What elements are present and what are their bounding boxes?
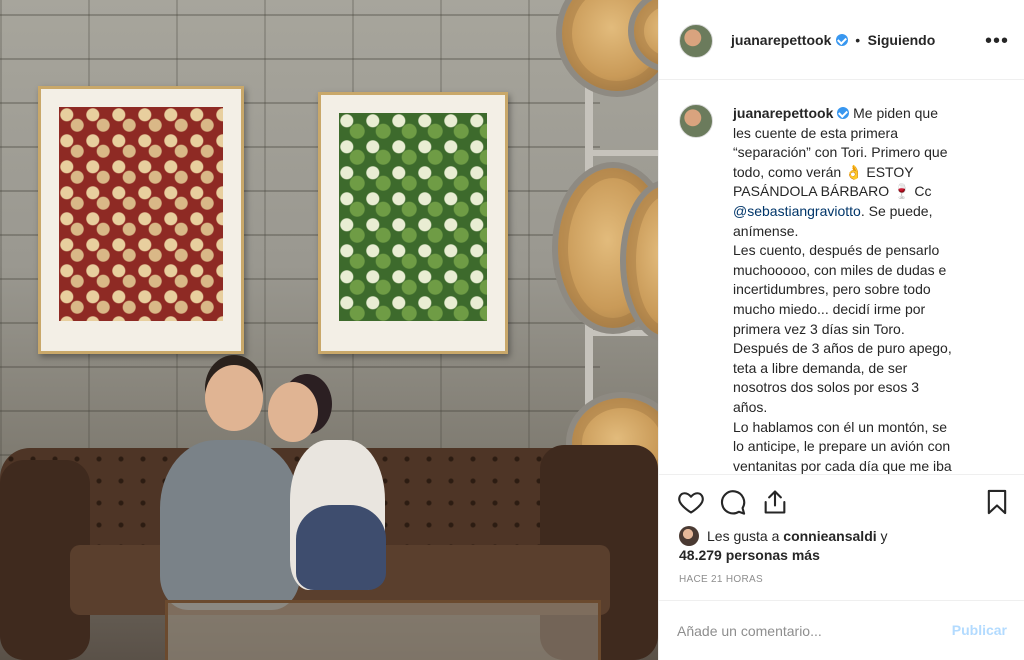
comment-icon[interactable] [719,488,747,516]
bookmark-icon[interactable] [983,488,1011,516]
woman-head [268,382,318,442]
comment-input[interactable] [677,619,937,643]
caption-paragraph-3: Lo hablamos con él un montón, se lo anti… [733,418,952,474]
man-head [205,365,263,431]
post-photo[interactable] [0,0,658,660]
caption-paragraph-2: Les cuento, después de pensarlo muchoooo… [733,242,952,415]
likes-conj: y [880,528,888,544]
likes-count[interactable]: 48.279 personas más [679,547,820,563]
post-side-panel: juanarepettook • Siguiendo ••• juanarepe… [658,0,1024,660]
separator-dot: • [855,32,861,48]
liker-username[interactable]: connieansaldi [783,528,876,544]
share-icon[interactable] [761,488,789,516]
publish-button[interactable]: Publicar [952,622,1007,638]
barrel-rack-bar [585,150,658,156]
verified-badge-icon [835,34,848,46]
header-username[interactable]: juanarepettook [731,32,831,48]
comment-bar: Publicar [659,600,1024,660]
comments-scroll[interactable]: juanarepettook Me piden que les cuente d… [659,80,1024,475]
painting-green [318,92,508,354]
likes-summary: Les gusta a connieansaldi y 48.279 perso… [679,526,1009,565]
avatar[interactable] [679,526,699,546]
post-timestamp[interactable]: HACE 21 HORAS [679,574,763,585]
avatar[interactable] [679,24,713,58]
post-header: juanarepettook • Siguiendo ••• [659,0,1024,80]
verified-badge-icon [837,107,850,119]
likes-prefix: Les gusta a [707,528,780,544]
man-figure [160,440,300,610]
more-options-icon[interactable]: ••• [985,30,1009,53]
glass-coffee-table [165,600,601,660]
caption-username[interactable]: juanarepettook [733,105,833,121]
follow-status-button[interactable]: Siguiendo [868,32,936,48]
overalls [296,505,386,590]
header-user-row: juanarepettook • Siguiendo [731,32,935,50]
painting-red [38,86,244,354]
avatar[interactable] [679,104,713,138]
action-bar [659,480,1024,524]
heart-icon[interactable] [677,488,705,516]
caption-text: juanarepettook Me piden que les cuente d… [733,104,953,474]
mention-link[interactable]: @sebastiangraviotto [733,203,861,219]
